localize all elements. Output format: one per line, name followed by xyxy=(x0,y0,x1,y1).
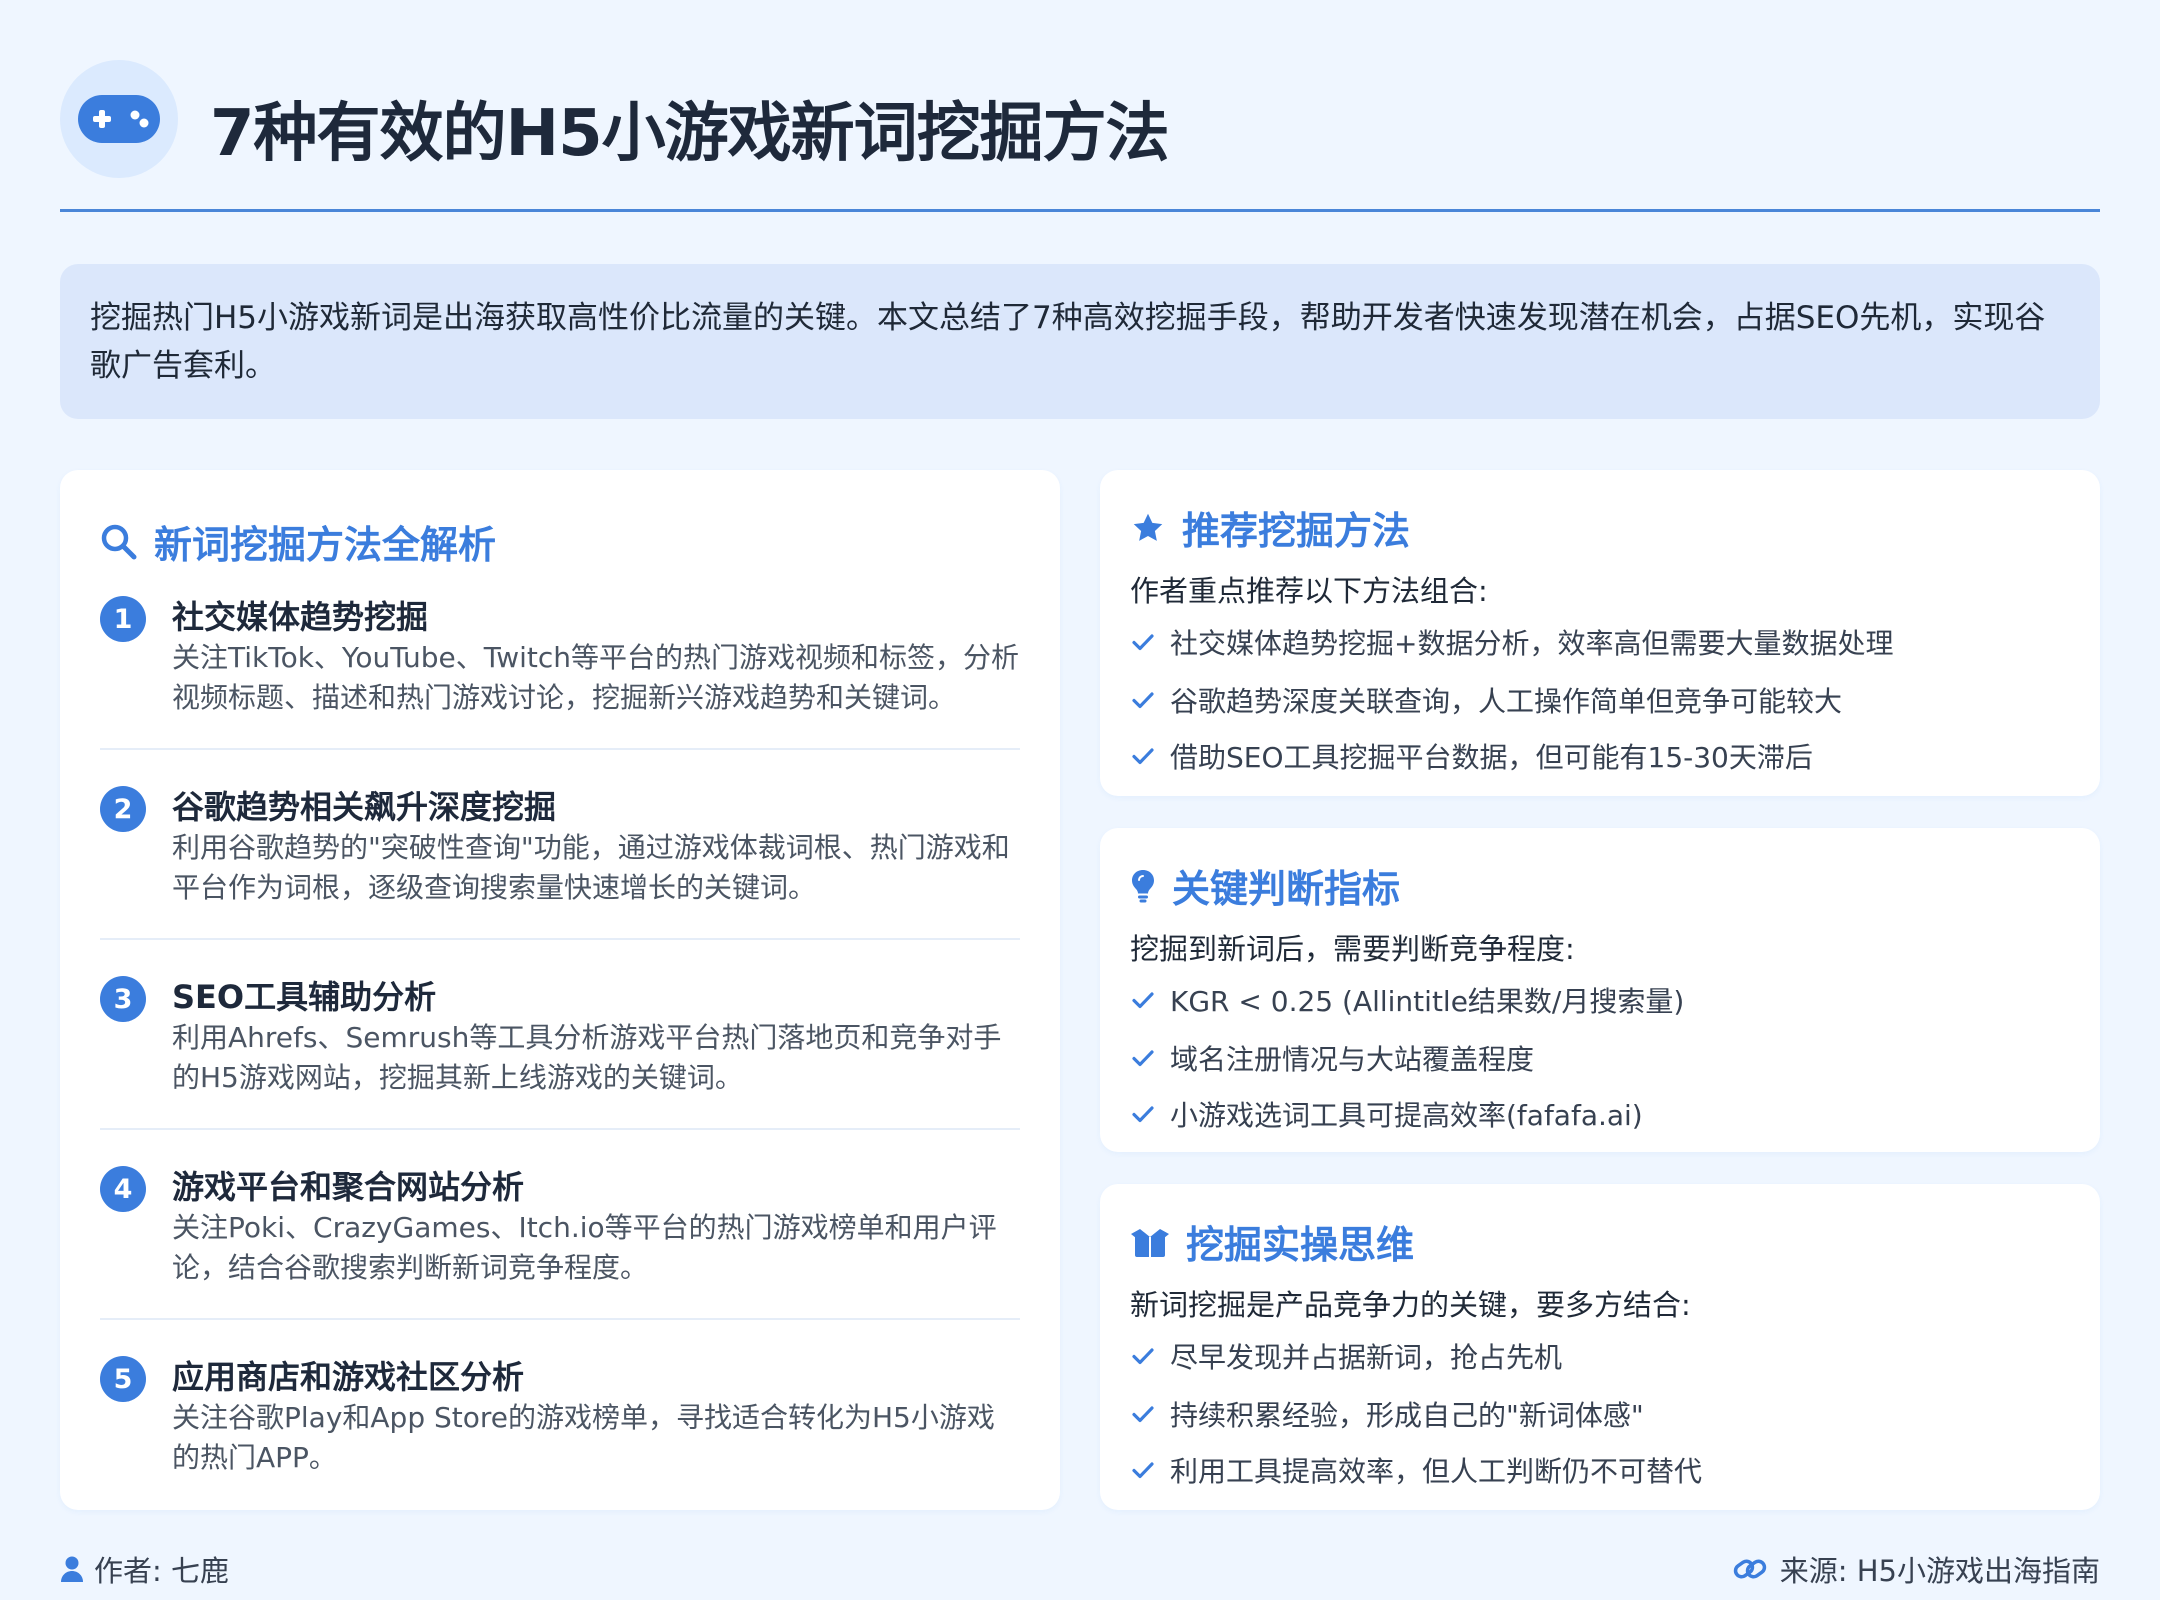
search-icon xyxy=(100,523,138,561)
method-number: 3 xyxy=(100,976,146,1022)
check-item-text: 借助SEO工具挖掘平台数据，但可能有15-30天滞后 xyxy=(1170,741,1813,774)
check-icon xyxy=(1130,1101,1156,1127)
check-icon xyxy=(1130,1401,1156,1427)
method-title: 谷歌趋势相关飙升深度挖掘 xyxy=(172,788,557,826)
method-divider xyxy=(100,938,1020,940)
check-item: 社交媒体趋势挖掘+数据分析，效率高但需要大量数据处理 xyxy=(1130,622,1893,662)
method-divider xyxy=(100,1128,1020,1130)
method-description: 关注TikTok、YouTube、Twitch等平台的热门游戏视频和标签，分析视… xyxy=(172,641,1020,714)
method-title: 社交媒体趋势挖掘 xyxy=(172,598,429,636)
check-item: 持续积累经验，形成自己的"新词体感" xyxy=(1130,1394,1644,1434)
check-item: 借助SEO工具挖掘平台数据，但可能有15-30天滞后 xyxy=(1130,736,1813,776)
recommend-card-title-text: 推荐挖掘方法 xyxy=(1182,509,1411,553)
gamepad-icon xyxy=(78,95,160,143)
check-icon xyxy=(1130,987,1156,1013)
mindset-lead: 新词挖掘是产品竞争力的关键，要多方结合: xyxy=(1130,1288,1691,1322)
box-open-icon xyxy=(1130,1225,1170,1259)
mindset-card: 挖掘实操思维 新词挖掘是产品竞争力的关键，要多方结合: 尽早发现并占据新词，抢占… xyxy=(1100,1184,2100,1510)
header-divider xyxy=(60,209,2100,212)
footer-author-text: 作者: 七鹿 xyxy=(94,1554,229,1588)
page-header: 7种有效的H5小游戏新词挖掘方法 xyxy=(60,60,2100,212)
method-title: SEO工具辅助分析 xyxy=(172,978,437,1016)
method-item: 5 应用商店和游戏社区分析 关注谷歌Play和App Store的游戏榜单，寻找… xyxy=(100,1352,1020,1502)
metrics-lead: 挖掘到新词后，需要判断竞争程度: xyxy=(1130,932,1575,966)
recommend-card-title: 推荐挖掘方法 xyxy=(1130,500,1410,555)
check-icon xyxy=(1130,1457,1156,1483)
check-item: 利用工具提高效率，但人工判断仍不可替代 xyxy=(1130,1450,1702,1490)
logo-badge xyxy=(60,60,178,178)
method-description: 关注Poki、CrazyGames、Itch.io等平台的热门游戏榜单和用户评论… xyxy=(172,1211,997,1284)
check-item-text: 小游戏选词工具可提高效率(fafafa.ai) xyxy=(1170,1099,1643,1132)
method-number: 2 xyxy=(100,786,146,832)
check-item-text: KGR < 0.25 (Allintitle结果数/月搜索量) xyxy=(1170,985,1685,1018)
check-item: 域名注册情况与大站覆盖程度 xyxy=(1130,1038,1534,1078)
mindset-card-title: 挖掘实操思维 xyxy=(1130,1214,1414,1269)
methods-card-title-text: 新词挖掘方法全解析 xyxy=(154,523,497,567)
method-item: 3 SEO工具辅助分析 利用Ahrefs、Semrush等工具分析游戏平台热门落… xyxy=(100,972,1020,1122)
method-number: 4 xyxy=(100,1166,146,1212)
check-item: 小游戏选词工具可提高效率(fafafa.ai) xyxy=(1130,1094,1643,1134)
star-icon xyxy=(1130,510,1166,546)
footer-source: 来源: H5小游戏出海指南 xyxy=(1732,1548,2100,1590)
check-item-text: 利用工具提高效率，但人工判断仍不可替代 xyxy=(1170,1455,1703,1488)
intro-text: 挖掘热门H5小游戏新词是出海获取高性价比流量的关键。本文总结了7种高效挖掘手段，… xyxy=(90,300,2046,384)
footer-source-text: 来源: H5小游戏出海指南 xyxy=(1779,1554,2100,1588)
intro-box: 挖掘热门H5小游戏新词是出海获取高性价比流量的关键。本文总结了7种高效挖掘手段，… xyxy=(60,264,2100,419)
check-icon xyxy=(1130,1343,1156,1369)
method-number: 1 xyxy=(100,596,146,642)
method-title: 应用商店和游戏社区分析 xyxy=(172,1358,525,1396)
metrics-card-title-text: 关键判断指标 xyxy=(1172,867,1401,911)
recommend-card: 推荐挖掘方法 作者重点推荐以下方法组合: 社交媒体趋势挖掘+数据分析，效率高但需… xyxy=(1100,470,2100,796)
method-divider xyxy=(100,748,1020,750)
footer-author: 作者: 七鹿 xyxy=(60,1548,229,1590)
recommend-lead: 作者重点推荐以下方法组合: xyxy=(1130,574,1488,608)
check-icon xyxy=(1130,687,1156,713)
method-item: 2 谷歌趋势相关飙升深度挖掘 利用谷歌趋势的"突破性查询"功能，通过游戏体裁词根… xyxy=(100,782,1020,932)
check-icon xyxy=(1130,743,1156,769)
check-item: KGR < 0.25 (Allintitle结果数/月搜索量) xyxy=(1130,980,1684,1020)
check-item-text: 持续积累经验，形成自己的"新词体感" xyxy=(1170,1399,1644,1432)
method-description: 关注谷歌Play和App Store的游戏榜单，寻找适合转化为H5小游戏的热门A… xyxy=(172,1401,995,1474)
mindset-card-title-text: 挖掘实操思维 xyxy=(1186,1223,1415,1267)
method-description: 利用Ahrefs、Semrush等工具分析游戏平台热门落地页和竞争对手的H5游戏… xyxy=(172,1021,1002,1094)
check-icon xyxy=(1130,629,1156,655)
page-title: 7种有效的H5小游戏新词挖掘方法 xyxy=(210,97,1170,171)
user-icon xyxy=(60,1555,84,1583)
method-description: 利用谷歌趋势的"突破性查询"功能，通过游戏体裁词根、热门游戏和平台作为词根，逐级… xyxy=(172,831,1010,904)
check-item-text: 谷歌趋势深度关联查询，人工操作简单但竞争可能较大 xyxy=(1170,685,1843,718)
methods-card-title: 新词挖掘方法全解析 xyxy=(100,514,496,569)
link-icon xyxy=(1732,1554,1768,1584)
method-title: 游戏平台和聚合网站分析 xyxy=(172,1168,525,1206)
check-item: 尽早发现并占据新词，抢占先机 xyxy=(1130,1336,1562,1376)
check-item-text: 社交媒体趋势挖掘+数据分析，效率高但需要大量数据处理 xyxy=(1170,627,1894,660)
check-item: 谷歌趋势深度关联查询，人工操作简单但竞争可能较大 xyxy=(1130,680,1842,720)
method-divider xyxy=(100,1318,1020,1320)
method-item: 1 社交媒体趋势挖掘 关注TikTok、YouTube、Twitch等平台的热门… xyxy=(100,592,1020,742)
methods-card: 新词挖掘方法全解析 1 社交媒体趋势挖掘 关注TikTok、YouTube、Tw… xyxy=(60,470,1060,1510)
method-item: 4 游戏平台和聚合网站分析 关注Poki、CrazyGames、Itch.io等… xyxy=(100,1162,1020,1312)
lightbulb-icon xyxy=(1130,868,1156,904)
metrics-card-title: 关键判断指标 xyxy=(1130,858,1400,913)
check-item-text: 域名注册情况与大站覆盖程度 xyxy=(1170,1043,1535,1076)
check-item-text: 尽早发现并占据新词，抢占先机 xyxy=(1170,1341,1563,1374)
method-number: 5 xyxy=(100,1356,146,1402)
check-icon xyxy=(1130,1045,1156,1071)
metrics-card: 关键判断指标 挖掘到新词后，需要判断竞争程度: KGR < 0.25 (Alli… xyxy=(1100,828,2100,1152)
